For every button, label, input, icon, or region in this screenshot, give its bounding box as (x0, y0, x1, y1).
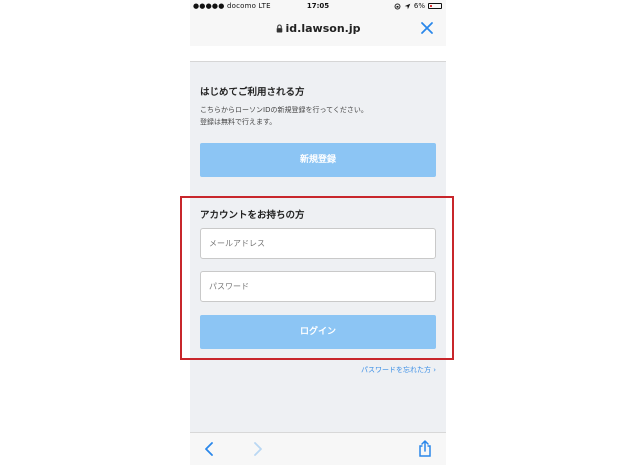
rotation-lock-icon (394, 3, 401, 9)
battery-icon (428, 3, 442, 9)
share-icon[interactable] (418, 440, 432, 457)
close-icon[interactable] (420, 21, 434, 35)
previous-card-edge (190, 46, 446, 62)
new-user-desc-line2: 登録は無料で行えます。 (200, 118, 277, 126)
forgot-password-link[interactable]: パスワードを忘れた方 › (361, 365, 436, 375)
new-user-title: はじめてご利用される方 (200, 87, 305, 98)
login-highlight-frame (180, 196, 454, 360)
url-text: id.lawson.jp (285, 22, 361, 35)
lock-icon (276, 24, 282, 33)
register-button[interactable]: 新規登録 (200, 143, 436, 177)
browser-url-bar[interactable]: id.lawson.jp (190, 12, 446, 58)
browser-toolbar (190, 432, 446, 465)
back-icon[interactable] (204, 442, 214, 456)
battery-percent: 6% (413, 2, 425, 10)
url-display[interactable]: id.lawson.jp (190, 22, 446, 35)
forward-icon[interactable] (253, 442, 263, 456)
new-user-desc-line1: こちらからローソンIDの新規登録を行ってください。 (200, 106, 368, 114)
location-icon (404, 3, 411, 9)
status-right: 6% (394, 0, 442, 12)
status-bar: ●●●●● docomo LTE 17:05 6% (190, 0, 446, 12)
